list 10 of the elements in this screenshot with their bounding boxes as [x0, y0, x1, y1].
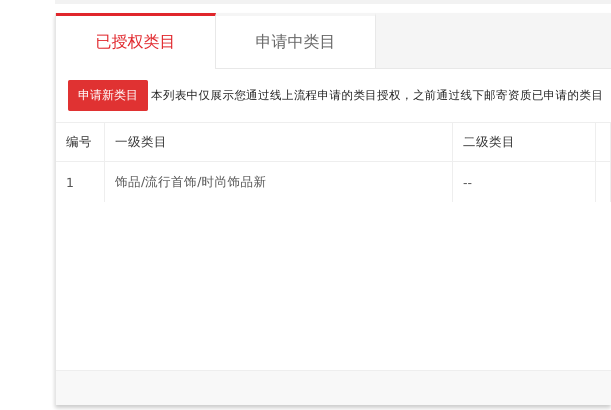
- tab[interactable]: 已授权类目: [56, 13, 216, 69]
- column-header: 二级类目: [453, 123, 596, 162]
- table-cell: 1: [56, 162, 105, 202]
- apply-category-button[interactable]: 申请新类目: [68, 80, 148, 111]
- tab[interactable]: 申请中类目: [216, 13, 376, 68]
- notice-text: 本列表中仅展示您通过线上流程申请的类目授权，之前通过线下邮寄资质已申请的类目: [151, 88, 604, 103]
- column-header: 一级类目: [105, 123, 453, 162]
- column-header: 编号: [56, 123, 105, 162]
- table-cell: 饰品/流行首饰/时尚饰品新: [105, 162, 453, 202]
- table-cell: --: [453, 162, 596, 202]
